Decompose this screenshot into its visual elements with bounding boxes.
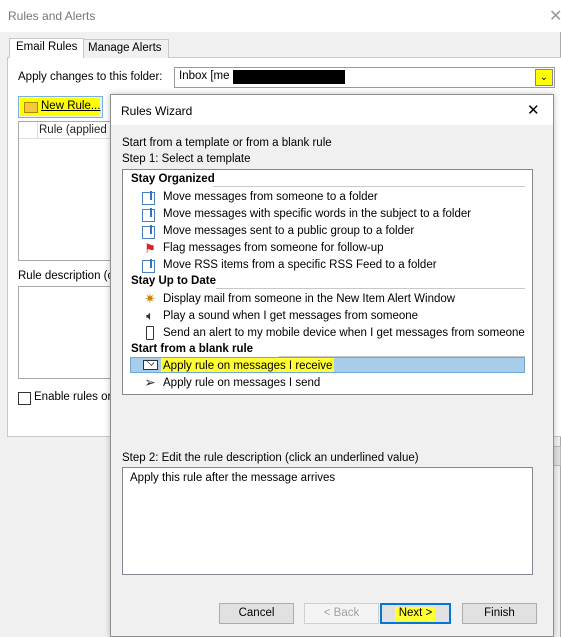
tab-manage-alerts[interactable]: Manage Alerts xyxy=(81,39,169,58)
rules-column-header[interactable]: Rule (applied in xyxy=(19,122,117,139)
template-item-send-mobile-alert[interactable]: Send an alert to my mobile device when I… xyxy=(163,327,525,339)
section-heading-stay-up-to-date: Stay Up to Date xyxy=(131,275,216,287)
move-to-folder-icon xyxy=(142,208,155,222)
send-arrow-icon: ➢ xyxy=(144,374,156,390)
chevron-down-icon[interactable]: ⌄ xyxy=(535,69,553,86)
move-to-folder-icon xyxy=(142,191,155,205)
flag-icon: ⚑ xyxy=(144,241,156,256)
template-item-apply-on-send[interactable]: Apply rule on messages I send xyxy=(163,377,320,389)
folder-select-value: Inbox [me xyxy=(179,70,230,82)
rules-and-alerts-title: Rules and Alerts xyxy=(8,9,96,23)
back-button[interactable]: < Back xyxy=(304,603,379,624)
alert-window-icon: ✷ xyxy=(144,291,156,306)
section-separator xyxy=(216,288,525,289)
step1-label: Step 1: Select a template xyxy=(122,153,251,165)
tab-email-rules[interactable]: Email Rules xyxy=(9,38,85,58)
move-to-folder-icon xyxy=(142,225,155,239)
new-rule-envelope-icon xyxy=(24,102,38,113)
rules-wizard-close-icon[interactable]: ✕ xyxy=(527,101,540,119)
template-item-apply-on-receive[interactable]: Apply rule on messages I receive xyxy=(163,360,332,372)
next-button-label: Next > xyxy=(398,607,433,619)
section-separator xyxy=(213,186,525,187)
rule-description-text: Apply this rule after the message arrive… xyxy=(130,472,336,484)
template-item-move-from-someone[interactable]: Move messages from someone to a folder xyxy=(163,191,378,203)
enable-rules-checkbox[interactable] xyxy=(18,392,31,405)
move-to-folder-icon xyxy=(142,259,155,273)
envelope-icon xyxy=(142,357,158,373)
rule-description-box xyxy=(18,286,118,379)
step2-label: Step 2: Edit the rule description (click… xyxy=(122,452,419,464)
template-item-play-sound[interactable]: Play a sound when I get messages from so… xyxy=(163,310,418,322)
rules-and-alerts-close-icon[interactable]: ✕ xyxy=(549,6,561,26)
template-item-display-alert-window[interactable]: Display mail from someone in the New Ite… xyxy=(163,293,455,305)
folder-select[interactable]: Inbox [me xyxy=(174,67,555,88)
finish-button-label: Finish xyxy=(484,607,515,619)
apply-changes-label: Apply changes to this folder: xyxy=(18,71,163,83)
section-heading-blank-rule: Start from a blank rule xyxy=(131,343,254,355)
cancel-button[interactable]: Cancel xyxy=(219,603,294,624)
section-heading-stay-organized: Stay Organized xyxy=(131,173,215,185)
new-rule-label: New Rule... xyxy=(41,100,101,112)
template-item-move-public-group[interactable]: Move messages sent to a public group to … xyxy=(163,225,414,237)
speaker-icon: 🔈︎ xyxy=(146,308,154,323)
rules-wizard-title: Rules Wizard xyxy=(121,104,193,118)
template-item-move-rss[interactable]: Move RSS items from a specific RSS Feed … xyxy=(163,259,437,271)
template-item-flag-messages[interactable]: Flag messages from someone for follow-up xyxy=(163,242,384,254)
rule-description-label: Rule description (c xyxy=(18,270,114,282)
cancel-button-label: Cancel xyxy=(238,607,275,619)
back-button-label: < Back xyxy=(323,607,360,619)
column-divider xyxy=(37,122,38,139)
template-item-move-specific-words[interactable]: Move messages with specific words in the… xyxy=(163,208,471,220)
finish-button[interactable]: Finish xyxy=(462,603,537,624)
enable-rules-label: Enable rules or xyxy=(34,391,112,403)
mobile-device-icon xyxy=(142,326,158,341)
rules-list[interactable] xyxy=(18,121,118,261)
wizard-intro: Start from a template or from a blank ru… xyxy=(122,137,332,149)
redacted-block xyxy=(233,70,345,84)
rule-description-editor[interactable]: Apply this rule after the message arrive… xyxy=(122,467,533,575)
